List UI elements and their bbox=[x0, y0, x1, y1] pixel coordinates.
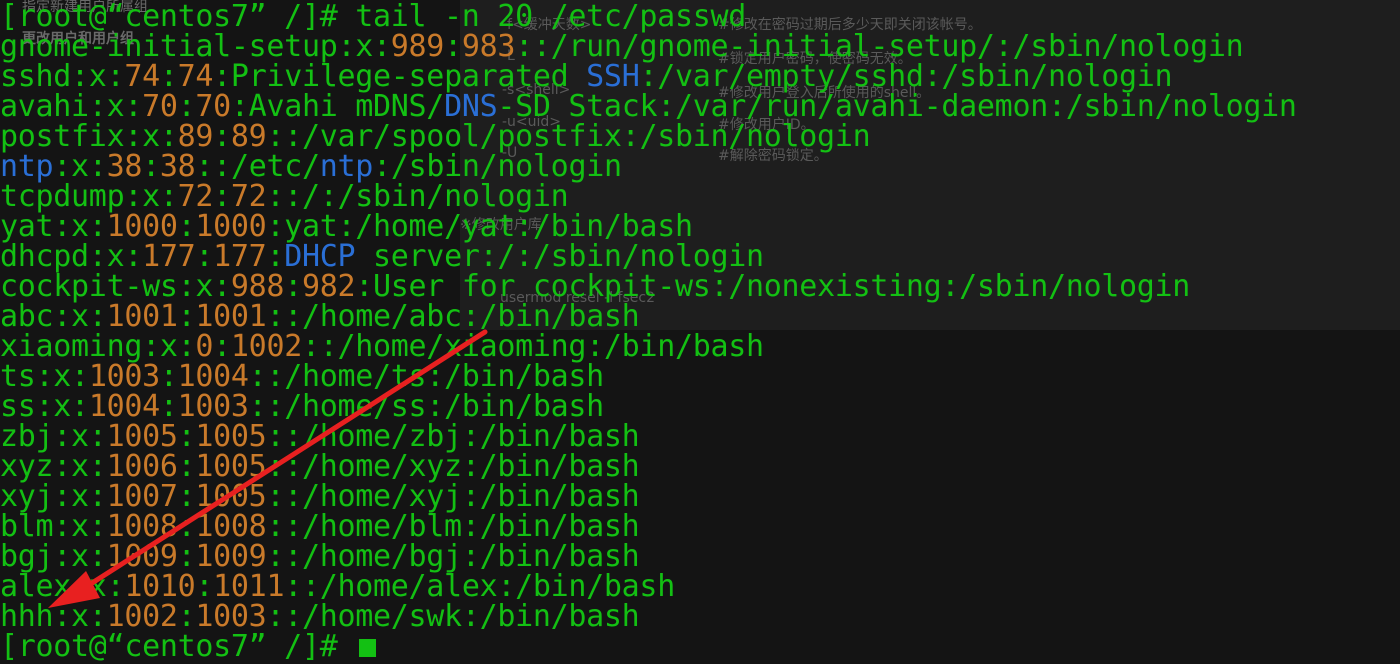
passwd-line: tcpdump:x:72:72::/:/sbin/nologin bbox=[0, 182, 569, 212]
passwd-line: avahi:x:70:70:Avahi mDNS/DNS-SD Stack:/v… bbox=[0, 92, 1297, 122]
passwd-line: bgj:x:1009:1009::/home/bgj:/bin/bash bbox=[0, 542, 640, 572]
passwd-line: cockpit-ws:x:988:982:User for cockpit-ws… bbox=[0, 272, 1190, 302]
passwd-line: dhcpd:x:177:177:DHCP server:/:/sbin/nolo… bbox=[0, 242, 764, 272]
prompt-line[interactable]: [root@“centos7” /]# bbox=[0, 629, 377, 664]
passwd-line: ts:x:1003:1004::/home/ts:/bin/bash bbox=[0, 362, 604, 392]
terminal-cursor bbox=[359, 638, 377, 657]
passwd-line: xyj:x:1007:1005::/home/xyj:/bin/bash bbox=[0, 482, 640, 512]
passwd-line: xiaoming:x:0:1002::/home/xiaoming:/bin/b… bbox=[0, 332, 764, 362]
passwd-line: ss:x:1004:1003::/home/ss:/bin/bash bbox=[0, 392, 604, 422]
passwd-line: yat:x:1000:1000:yat:/home/yat:/bin/bash bbox=[0, 212, 693, 242]
passwd-line: alex:x:1010:1011::/home/alex:/bin/bash bbox=[0, 572, 675, 602]
passwd-line: ntp:x:38:38::/etc/ntp:/sbin/nologin bbox=[0, 152, 622, 182]
passwd-line: gnome-initial-setup:x:989:983::/run/gnom… bbox=[0, 32, 1244, 62]
passwd-line: postfix:x:89:89::/var/spool/postfix:/sbi… bbox=[0, 122, 871, 152]
command-line: [root@“centos7” /]# tail -n 20 /etc/pass… bbox=[0, 0, 746, 34]
passwd-line: blm:x:1008:1008::/home/blm:/bin/bash bbox=[0, 512, 640, 542]
terminal-output[interactable]: [root@“centos7” /]# tail -n 20 /etc/pass… bbox=[0, 0, 1400, 662]
passwd-line: zbj:x:1005:1005::/home/zbj:/bin/bash bbox=[0, 422, 640, 452]
passwd-line: xyz:x:1006:1005::/home/xyz:/bin/bash bbox=[0, 452, 640, 482]
prompt-text: [root@“centos7” /]# bbox=[0, 629, 356, 664]
passwd-line: abc:x:1001:1001::/home/abc:/bin/bash bbox=[0, 302, 640, 332]
passwd-line: sshd:x:74:74:Privilege-separated SSH:/va… bbox=[0, 62, 1173, 92]
passwd-line: hhh:x:1002:1003::/home/swk:/bin/bash bbox=[0, 602, 640, 632]
